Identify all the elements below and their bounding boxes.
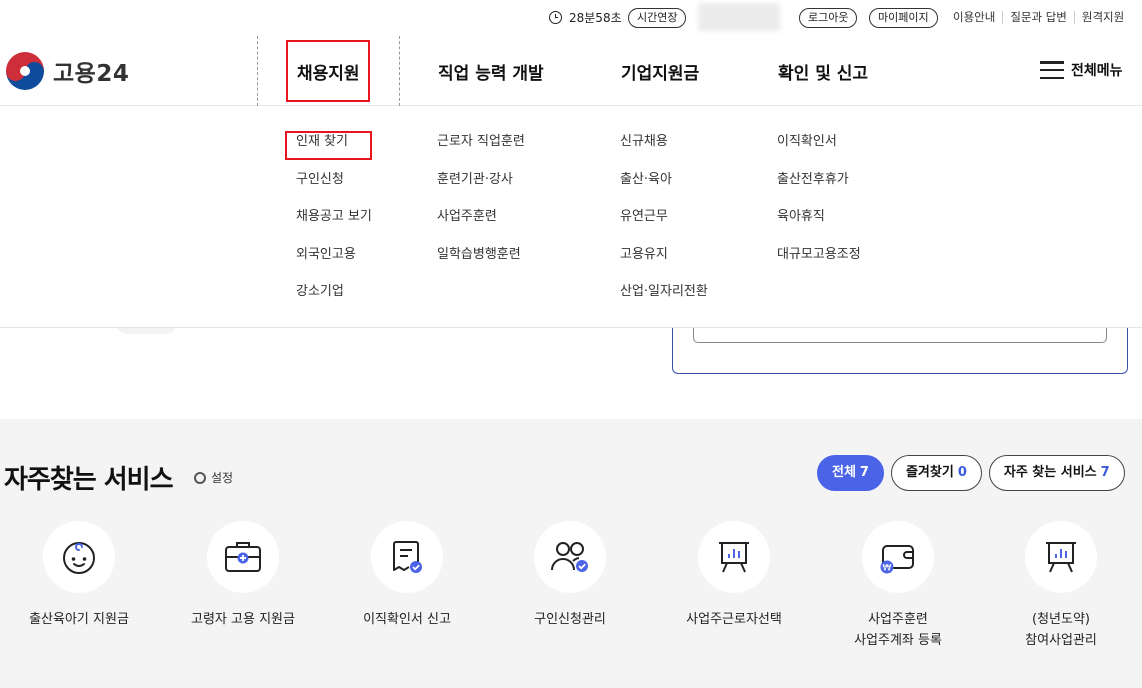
service-label: 구인신청관리 [534, 612, 606, 627]
menu-industry-job-transition[interactable]: 산업·일자리전환 [620, 280, 708, 318]
service-icon-circle [43, 521, 115, 593]
users-check-icon [551, 542, 588, 572]
gear-icon [194, 471, 206, 484]
service-icon-circle [698, 521, 770, 593]
presentation-board-icon [1046, 542, 1076, 573]
service-item[interactable]: (청년도약) 참여사업관리 [986, 521, 1136, 651]
gnb-vocational-training[interactable]: 직업 능력 개발 [438, 59, 544, 84]
gnb-recruitment-support[interactable]: 채용지원 [297, 59, 360, 84]
tab-favorites[interactable]: 즐겨찾기 0 [890, 455, 982, 491]
all-menu-label: 전체메뉴 [1071, 63, 1123, 79]
baby-face-icon [63, 542, 95, 574]
service-label: (청년도약) 참여사업관리 [986, 609, 1136, 651]
session-timer-value: 28분58초 [569, 11, 622, 25]
dropdown-column-confirm: 이직확인서 출산전후휴가 육아휴직 대규모고용조정 [777, 130, 861, 280]
briefcase-plus-icon [225, 542, 261, 572]
menu-worker-training[interactable]: 근로자 직업훈련 [437, 130, 525, 168]
service-item[interactable]: ₩ 사업주훈련 사업주계좌 등록 [823, 521, 973, 651]
service-icon-circle [371, 521, 443, 593]
service-label: 사업주근로자선택 [686, 612, 782, 627]
tab-favorites-label: 즐겨찾기 [905, 465, 954, 480]
service-label: 출산육아기 지원금 [29, 612, 129, 627]
service-item[interactable]: 사업주근로자선택 [659, 521, 809, 630]
extend-session-button[interactable]: 시간연장 [628, 8, 687, 28]
service-item[interactable]: 고령자 고용 지원금 [168, 521, 318, 630]
service-icon-circle [207, 521, 279, 593]
menu-childbirth-childcare[interactable]: 출산·육아 [620, 168, 708, 206]
blurred-user-name [698, 3, 780, 31]
menu-small-giants[interactable]: 강소기업 [296, 280, 372, 318]
service-label-line: 사업주계좌 등록 [854, 633, 942, 648]
utility-links: 이용안내 질문과 답변 원격지원 [953, 11, 1131, 24]
tab-all[interactable]: 전체 7 [817, 455, 884, 491]
menu-mass-layoff[interactable]: 대규모고용조정 [777, 243, 861, 281]
logout-button[interactable]: 로그아웃 [799, 8, 858, 28]
document-check-icon [393, 541, 422, 573]
settings-button[interactable]: 설정 [194, 469, 233, 486]
service-label-line: 참여사업관리 [1025, 633, 1097, 648]
frequent-services-section: 자주찾는 서비스 설정 전체 7 즐겨찾기 0 자주 찾는 서비스 7 출산육아기 지… [0, 419, 1142, 688]
qna-link[interactable]: 질문과 답변 [1002, 11, 1074, 24]
dropdown-column-training: 근로자 직업훈련 훈련기관·강사 사업주훈련 일학습병행훈련 [437, 130, 525, 280]
clock-icon [549, 11, 562, 24]
tab-frequent[interactable]: 자주 찾는 서비스 7 [988, 455, 1125, 491]
tab-frequent-count: 7 [1100, 465, 1110, 480]
service-label: 이직확인서 신고 [363, 612, 451, 627]
menu-training-institutes[interactable]: 훈련기관·강사 [437, 168, 525, 206]
service-item[interactable]: 이직확인서 신고 [332, 521, 482, 630]
service-icon-circle [1025, 521, 1097, 593]
site-logo[interactable]: 고용24 [6, 52, 129, 90]
menu-work-study-training[interactable]: 일학습병행훈련 [437, 243, 525, 281]
remote-support-link[interactable]: 원격지원 [1073, 11, 1131, 24]
menu-foreign-employment[interactable]: 외국인고용 [296, 243, 372, 281]
menu-separation-certificate[interactable]: 이직확인서 [777, 130, 861, 168]
menu-maternity-leave[interactable]: 출산전후휴가 [777, 168, 861, 206]
gnb-confirm-report[interactable]: 확인 및 신고 [778, 59, 868, 84]
gnb-dropdown-panel: 인재 찾기 구인신청 채용공고 보기 외국인고용 강소기업 근로자 직업훈련 훈… [0, 106, 1142, 328]
menu-employer-training[interactable]: 사업주훈련 [437, 205, 525, 243]
service-label: 사업주훈련 사업주계좌 등록 [823, 609, 973, 651]
session-timer: 28분58초 [549, 9, 622, 26]
menu-employment-retention[interactable]: 고용유지 [620, 243, 708, 281]
settings-label: 설정 [211, 471, 234, 485]
taegeuk-logo-icon [6, 52, 44, 90]
tab-frequent-label: 자주 찾는 서비스 [1003, 465, 1097, 480]
presentation-board-icon [719, 542, 749, 573]
service-icon-circle [534, 521, 606, 593]
menu-new-hiring[interactable]: 신규채용 [620, 130, 708, 168]
menu-parental-leave[interactable]: 육아휴직 [777, 205, 861, 243]
menu-job-postings[interactable]: 채용공고 보기 [296, 205, 372, 243]
dropdown-column-subsidy: 신규채용 출산·육아 유연근무 고용유지 산업·일자리전환 [620, 130, 708, 318]
menu-flexible-work[interactable]: 유연근무 [620, 205, 708, 243]
gnb-divider-right [399, 36, 400, 106]
wallet-won-icon: ₩ [880, 545, 914, 574]
service-label-line: (청년도약) [1032, 612, 1090, 627]
gnb-divider-left [257, 36, 258, 106]
service-item[interactable]: 구인신청관리 [495, 521, 645, 630]
tab-all-count: 7 [859, 465, 869, 480]
gnb-corporate-subsidy[interactable]: 기업지원금 [621, 59, 699, 84]
svg-text:₩: ₩ [883, 564, 892, 574]
service-icon-circle: ₩ [862, 521, 934, 593]
service-label: 고령자 고용 지원금 [191, 612, 295, 627]
service-item[interactable]: 출산육아기 지원금 [4, 521, 154, 630]
tab-all-label: 전체 [832, 465, 856, 480]
menu-job-request[interactable]: 구인신청 [296, 168, 372, 206]
service-tabs: 전체 7 즐겨찾기 0 자주 찾는 서비스 7 [817, 455, 1132, 491]
hamburger-icon [1040, 61, 1064, 79]
foreign-employment-highlight [285, 131, 372, 160]
logo-text: 고용24 [53, 61, 130, 87]
all-menu-button[interactable]: 전체메뉴 [1040, 60, 1123, 80]
service-label-line: 사업주훈련 [868, 612, 928, 627]
tab-favorites-count: 0 [957, 465, 967, 480]
mypage-button[interactable]: 마이페이지 [869, 8, 938, 28]
main-header: 고용24 채용지원 직업 능력 개발 기업지원금 확인 및 신고 전체메뉴 [0, 36, 1142, 106]
guide-link[interactable]: 이용안내 [953, 11, 1002, 24]
utility-bar: 28분58초 시간연장 로그아웃 마이페이지 이용안내 질문과 답변 원격지원 [0, 0, 1142, 36]
section-title: 자주찾는 서비스 [4, 465, 173, 495]
